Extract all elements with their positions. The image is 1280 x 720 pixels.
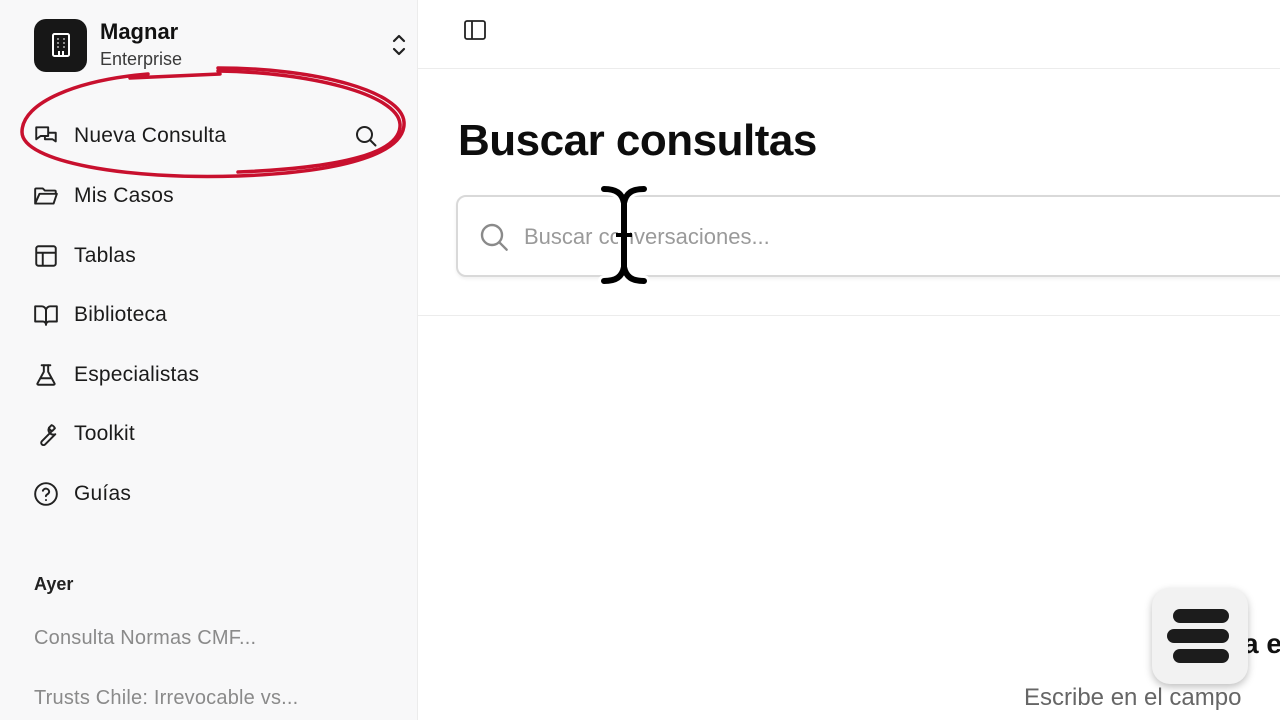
chat-bubbles-icon (32, 122, 60, 150)
sidebar-item-tablas[interactable]: Tablas (24, 231, 394, 281)
sidebar-item-mis-casos[interactable]: Mis Casos (24, 171, 394, 221)
workspace-plan: Enterprise (100, 49, 183, 69)
history-item[interactable]: Consulta Normas CMF... (34, 627, 256, 650)
empty-state-title: a e (1243, 628, 1280, 659)
sidebar-item-label: Tablas (74, 244, 136, 267)
search-icon[interactable] (352, 122, 380, 150)
history-section-title: Ayer (34, 574, 74, 594)
workspace-switcher[interactable]: Magnar Enterprise (34, 18, 406, 72)
divider (418, 315, 1280, 316)
sidebar-item-label: Guías (74, 482, 132, 505)
sidebar-item-label: Toolkit (74, 422, 135, 445)
book-icon (32, 301, 60, 329)
sidebar-item-especialistas[interactable]: Especialistas (24, 350, 394, 400)
table-icon (32, 242, 60, 270)
page-title: Buscar consultas (458, 116, 817, 165)
app-logo-icon (1152, 588, 1248, 684)
sidebar-item-label: Nueva Consulta (74, 124, 227, 147)
sidebar-item-label: Biblioteca (74, 303, 168, 326)
sidebar-item-label: Mis Casos (74, 184, 174, 207)
help-circle-icon (32, 480, 60, 508)
sidebar-item-nueva-consulta[interactable]: Nueva Consulta (24, 111, 394, 161)
search-icon (480, 223, 508, 251)
sidebar-toggle-icon[interactable] (462, 17, 488, 43)
wrench-icon (32, 420, 60, 448)
history-item[interactable]: Trusts Chile: Irrevocable vs... (34, 687, 298, 710)
search-box[interactable] (456, 195, 1280, 277)
sidebar-item-toolkit[interactable]: Toolkit (24, 409, 394, 459)
chevrons-up-down-icon[interactable] (382, 28, 416, 62)
sidebar: Magnar Enterprise Nueva Consulta Mis Cas… (0, 0, 418, 720)
sidebar-item-guias[interactable]: Guías (24, 469, 394, 519)
sidebar-item-biblioteca[interactable]: Biblioteca (24, 290, 394, 340)
empty-state-description: Escribe en el campo (1024, 684, 1242, 711)
top-bar (418, 0, 1280, 69)
flask-icon (32, 361, 60, 389)
building-icon (34, 18, 87, 72)
sidebar-item-label: Especialistas (74, 363, 200, 386)
workspace-name: Magnar (100, 19, 179, 44)
search-input[interactable] (524, 217, 1224, 257)
folder-icon (32, 182, 60, 210)
